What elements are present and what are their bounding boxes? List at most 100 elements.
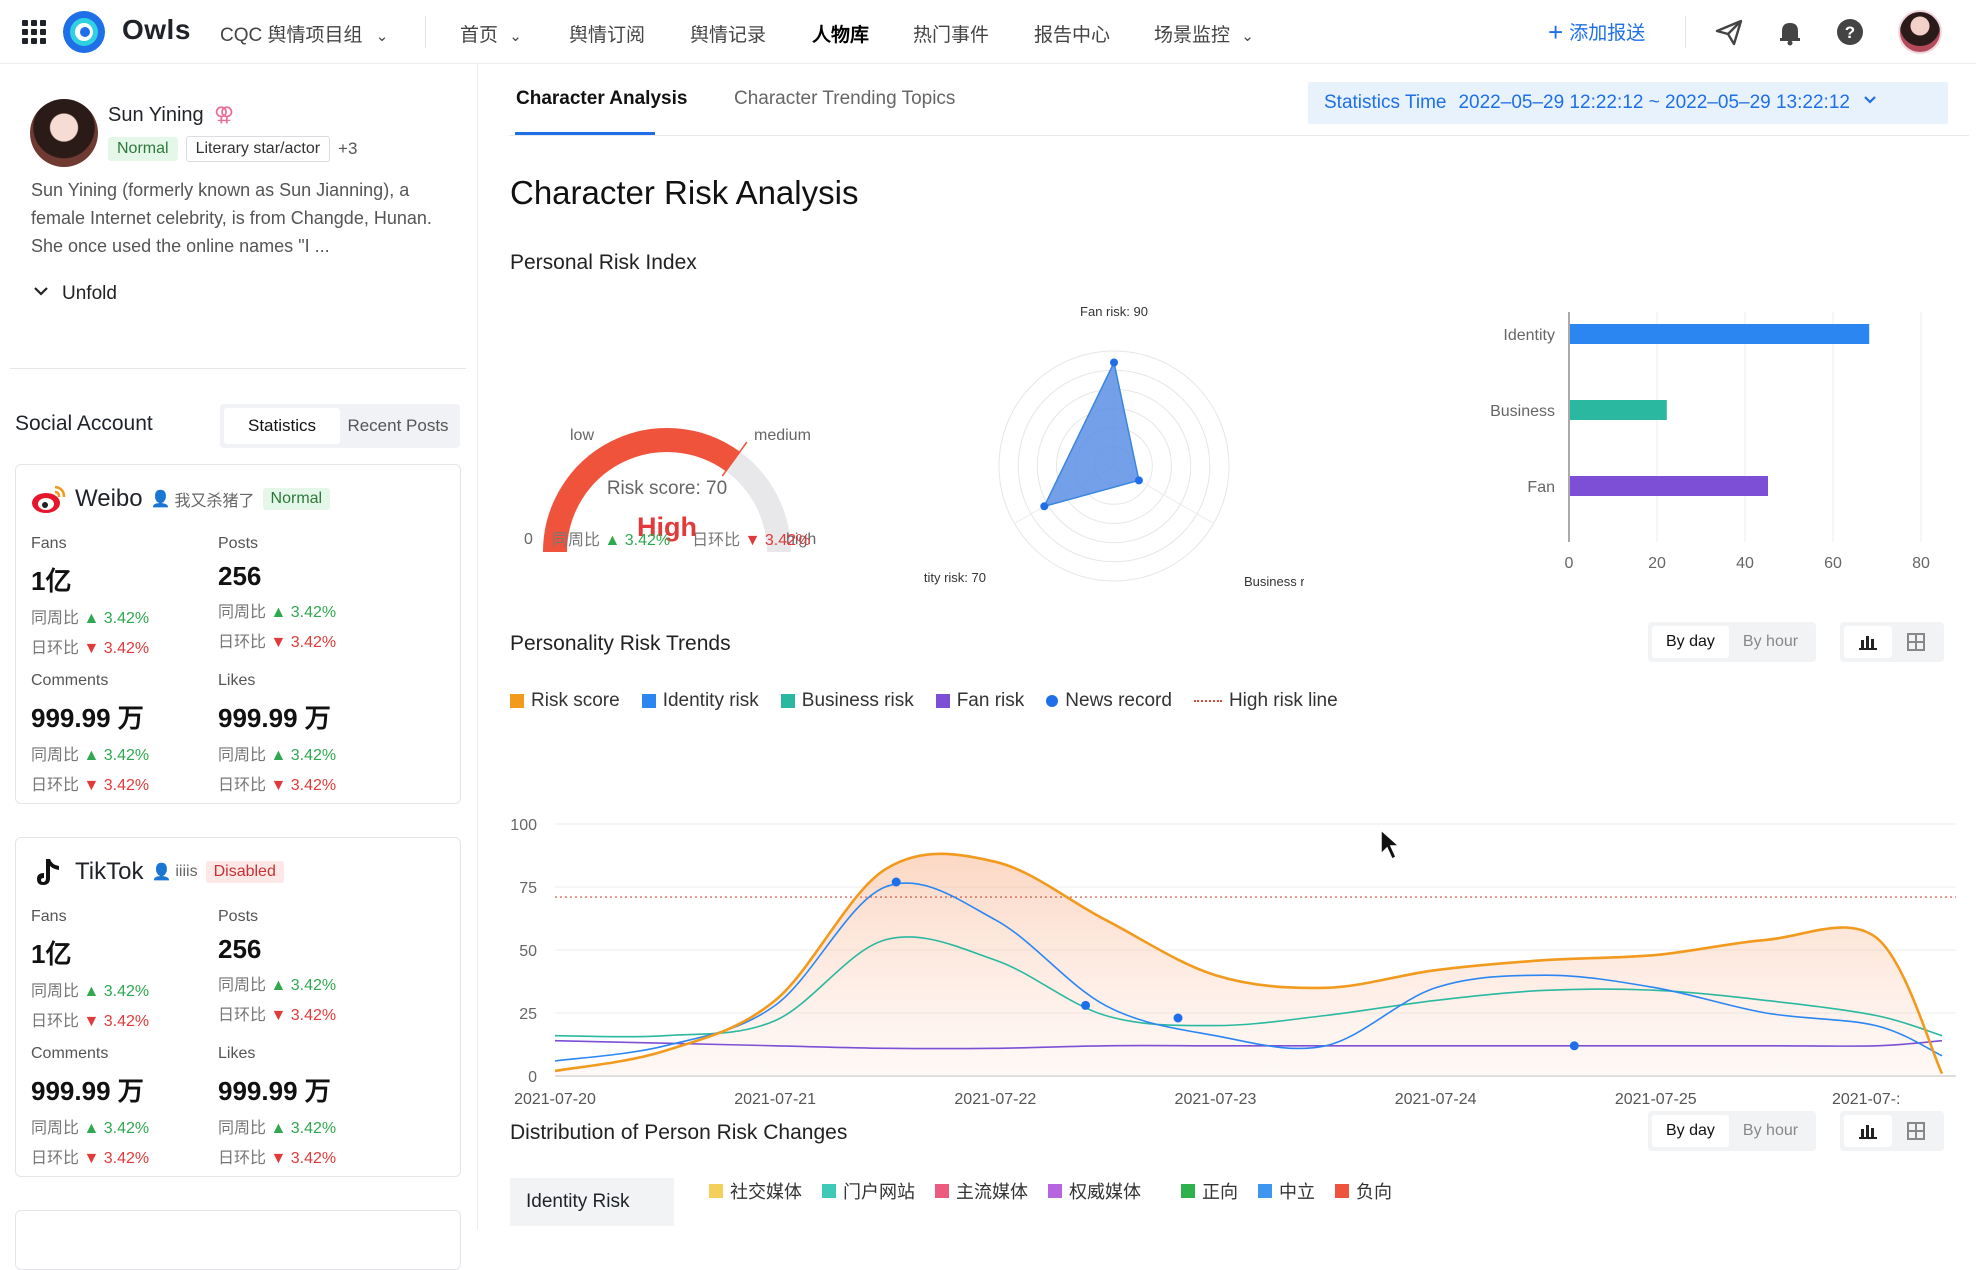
down-arrow-icon: ▼ <box>83 777 100 794</box>
table-view-icon[interactable] <box>1892 626 1940 658</box>
female-icon: ⚢ <box>214 104 235 126</box>
tab-trending-topics[interactable]: Character Trending Topics <box>734 88 955 110</box>
social-account-title: Social Account <box>15 412 153 435</box>
more-tags[interactable]: +3 <box>338 139 357 159</box>
metric-dod: 日环比 ▼ 3.42% <box>218 771 398 795</box>
identity-risk-tab[interactable]: Identity Risk <box>510 1178 674 1226</box>
chevron-down-icon <box>32 282 50 306</box>
trend-x-tick-label: 2021-07-20 <box>514 1091 596 1108</box>
up-arrow-icon: ▲ <box>83 610 100 627</box>
legend-identity-risk[interactable]: Identity risk <box>641 690 759 712</box>
by-day-button[interactable]: By day <box>1652 626 1729 658</box>
account-user[interactable]: 👤 iiiis <box>151 862 197 882</box>
bar-chart-view-icon[interactable] <box>1844 1115 1892 1147</box>
by-hour-button[interactable]: By hour <box>1729 1115 1812 1147</box>
nav-hot-events[interactable]: 热门事件 <box>913 20 989 47</box>
trend-granularity-toggle: By day By hour <box>1648 622 1817 662</box>
bar-fan <box>1570 476 1768 496</box>
add-report-button[interactable]: + 添加报送 <box>1548 18 1645 45</box>
metric-label: Posts <box>218 908 259 925</box>
legend-neutral[interactable]: 中立 <box>1258 1178 1315 1204</box>
nav-reports[interactable]: 报告中心 <box>1034 20 1110 47</box>
table-view-icon[interactable] <box>1892 1115 1940 1147</box>
metric-comments: Comments 999.99 万 同周比 ▲ 3.42% 日环比 ▼ 3.42… <box>31 672 211 795</box>
trend-y-tick-label: 25 <box>519 1006 537 1023</box>
chevron-down-icon: ⌄ <box>509 28 522 45</box>
news-record-point <box>1569 1041 1579 1051</box>
metric-wow: 同周比 ▲ 3.42% <box>218 598 398 622</box>
legend-news-record[interactable]: News record <box>1046 690 1172 712</box>
metric-wow: 同周比 ▲ 3.42% <box>218 1114 398 1138</box>
metric-fans: Fans 1亿 同周比 ▲ 3.42% 日环比 ▼ 3.42% <box>31 908 211 1031</box>
legend-text: Business risk <box>801 690 914 711</box>
trend-view-toggle <box>1840 622 1944 662</box>
apps-grid-icon[interactable] <box>22 20 46 44</box>
dod-label: 日环比 <box>31 1013 80 1030</box>
gauge-compare: 同周比 ▲ 3.42% 日环比 ▼ 3.42% <box>552 526 810 550</box>
bar-category-label: Business <box>1490 403 1555 420</box>
legend-text: 中立 <box>1279 1182 1315 1202</box>
gauge-label-low: low <box>570 427 594 444</box>
nav-records[interactable]: 舆情记录 <box>690 20 766 47</box>
nav-scene-monitor[interactable]: 场景监控 ⌄ <box>1154 20 1254 47</box>
tab-statistics[interactable]: Statistics <box>224 408 340 444</box>
gauge-wow: 同周比 ▲ 3.42% <box>552 526 670 550</box>
legend-social-media[interactable]: 社交媒体 <box>709 1178 802 1204</box>
legend-authority-media[interactable]: 权威媒体 <box>1048 1178 1141 1204</box>
legend-text: Identity risk <box>662 690 759 711</box>
legend-mainstream-media[interactable]: 主流媒体 <box>935 1178 1028 1204</box>
legend-business-risk[interactable]: Business risk <box>780 690 914 712</box>
dod-value: 3.42% <box>103 640 150 657</box>
legend-high-risk-line[interactable]: High risk line <box>1193 690 1338 712</box>
trend-y-tick-label: 75 <box>519 880 537 897</box>
radar-area <box>1042 360 1140 508</box>
person-bio: Sun Yining (formerly known as Sun Jianni… <box>31 180 432 256</box>
statistics-time-picker[interactable]: Statistics Time 2022–05–29 12:22:12 ~ 20… <box>1308 82 1948 124</box>
legend-text: 负向 <box>1356 1182 1392 1202</box>
news-record-point <box>891 877 901 887</box>
dod-value: 3.42% <box>103 1013 150 1030</box>
nav-people[interactable]: 人物库 <box>812 20 869 47</box>
bar-category-label: Identity <box>1503 327 1555 344</box>
nav-home[interactable]: 首页 ⌄ <box>460 20 522 47</box>
legend-fan-risk[interactable]: Fan risk <box>935 690 1024 712</box>
send-icon[interactable] <box>1714 17 1744 47</box>
bar-tick-label: 40 <box>1736 555 1754 572</box>
up-arrow-icon: ▲ <box>83 747 100 764</box>
dist-view-toggle <box>1840 1111 1944 1151</box>
metric-label: Comments <box>31 672 109 689</box>
up-arrow-icon: ▲ <box>270 604 287 621</box>
unfold-button[interactable]: Unfold <box>32 282 117 306</box>
legend-positive[interactable]: 正向 <box>1181 1178 1238 1204</box>
user-avatar[interactable] <box>1898 10 1942 54</box>
tab-recent-posts[interactable]: Recent Posts <box>340 408 456 444</box>
nav-subscription[interactable]: 舆情订阅 <box>569 20 645 47</box>
down-arrow-icon: ▼ <box>270 634 287 651</box>
owls-logo[interactable] <box>62 10 106 54</box>
legend-swatch <box>935 694 950 708</box>
section-title-risk-trends: Personality Risk Trends <box>510 632 731 655</box>
by-hour-button[interactable]: By hour <box>1729 626 1812 658</box>
metric-value: 999.99 万 <box>218 703 331 733</box>
bell-icon[interactable] <box>1775 17 1805 47</box>
legend-risk-score[interactable]: Risk score <box>510 690 620 712</box>
tiktok-icon <box>37 859 59 885</box>
metric-wow: 同周比 ▲ 3.42% <box>31 977 211 1001</box>
metric-value: 999.99 万 <box>218 1076 331 1106</box>
bar-identity <box>1570 324 1870 344</box>
card-header: Weibo 👤 我又杀猪了 Normal <box>31 481 331 517</box>
project-selector[interactable]: CQC 舆情项目组 ⌄ <box>220 20 388 47</box>
down-arrow-icon: ▼ <box>83 1013 100 1030</box>
legend-negative[interactable]: 负向 <box>1335 1178 1392 1204</box>
legend-text: 正向 <box>1202 1182 1238 1202</box>
help-icon[interactable]: ? <box>1835 17 1865 47</box>
legend-portal[interactable]: 门户网站 <box>822 1178 915 1204</box>
divider <box>425 16 426 48</box>
bar-tick-label: 20 <box>1648 555 1666 572</box>
bar-chart-view-icon[interactable] <box>1844 626 1892 658</box>
by-day-button[interactable]: By day <box>1652 1115 1729 1147</box>
metric-value: 1亿 <box>31 939 72 969</box>
tab-character-analysis[interactable]: Character Analysis <box>516 88 687 110</box>
account-user[interactable]: 👤 我又杀猪了 <box>151 487 255 511</box>
user-icon: 👤 <box>150 491 171 508</box>
